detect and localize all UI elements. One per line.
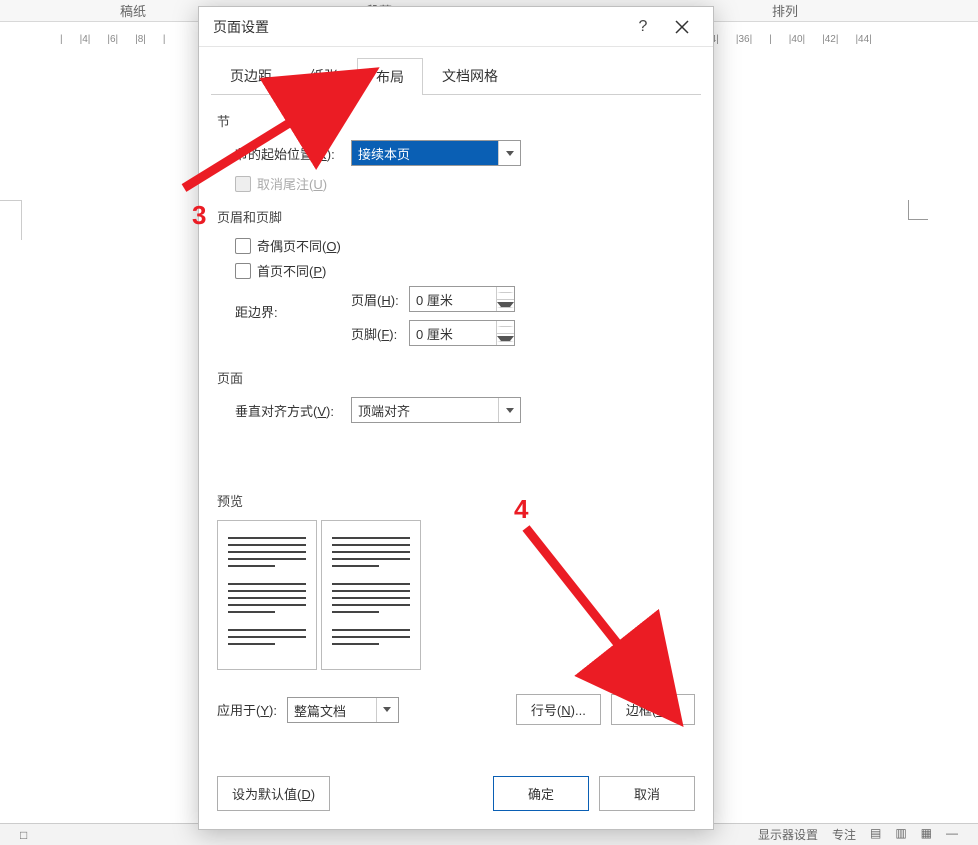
help-button[interactable]: ? (625, 9, 661, 45)
status-focus[interactable]: 专注 (832, 826, 856, 843)
section-start-value: 接续本页 (352, 141, 498, 165)
page-setup-dialog: 页面设置 ? 页边距 纸张 布局 文档网格 节 节的起始位置(R): 接续本页 … (198, 6, 714, 830)
spin-up-icon[interactable] (497, 321, 514, 334)
apply-to-combo[interactable]: 整篇文档 (287, 697, 399, 723)
preview-page-2 (321, 520, 421, 670)
cancel-button[interactable]: 取消 (599, 776, 695, 811)
suppress-endnotes-checkbox (235, 176, 251, 192)
valign-value: 顶端对齐 (352, 398, 498, 422)
section-start-combo[interactable]: 接续本页 (351, 140, 521, 166)
first-page-label: 首页不同(P) (257, 261, 326, 280)
spin-up-icon[interactable] (497, 287, 514, 300)
status-display-settings[interactable]: 显示器设置 (758, 826, 818, 843)
preview-area (217, 520, 695, 670)
odd-even-checkbox[interactable] (235, 238, 251, 254)
ok-button[interactable]: 确定 (493, 776, 589, 811)
tab-layout[interactable]: 布局 (357, 58, 423, 95)
annotation-number-3: 3 (192, 200, 206, 231)
spin-down-icon[interactable] (497, 300, 514, 312)
dialog-titlebar: 页面设置 ? (199, 7, 713, 47)
first-page-checkbox[interactable] (235, 263, 251, 279)
borders-button[interactable]: 边框(B)... (611, 694, 695, 725)
chevron-down-icon[interactable] (498, 398, 520, 422)
status-view-icon-3[interactable]: ▦ (921, 826, 932, 843)
apply-to-value: 整篇文档 (288, 698, 376, 722)
dialog-title: 页面设置 (213, 17, 269, 37)
status-view-icon-2[interactable]: ▥ (895, 826, 906, 843)
footer-distance-value: 0 厘米 (410, 321, 496, 345)
from-edge-label: 距边界: (235, 286, 351, 321)
header-distance-label: 页眉(H): (351, 290, 409, 309)
odd-even-label: 奇偶页不同(O) (257, 236, 341, 255)
chevron-down-icon[interactable] (498, 141, 520, 165)
dialog-tabs: 页边距 纸张 布局 文档网格 (199, 47, 713, 94)
doc-corner-mark (908, 190, 938, 220)
preview-page-1 (217, 520, 317, 670)
group-header-footer: 页眉和页脚 (217, 207, 695, 226)
status-view-icon[interactable]: ▤ (870, 826, 881, 843)
tab-grid[interactable]: 文档网格 (423, 57, 517, 94)
doc-left-edge (0, 200, 22, 240)
section-start-label: 节的起始位置(R): (235, 144, 351, 163)
group-preview: 预览 (217, 491, 695, 510)
annotation-number-4: 4 (514, 494, 528, 525)
suppress-endnotes-label: 取消尾注(U) (257, 174, 327, 193)
dialog-footer: 设为默认值(D) 确定 取消 (199, 758, 713, 829)
close-icon (675, 20, 689, 34)
line-numbers-button[interactable]: 行号(N)... (516, 694, 601, 725)
tab-margins[interactable]: 页边距 (211, 57, 291, 94)
set-default-button[interactable]: 设为默认值(D) (217, 776, 330, 811)
statusbar-icon: □ (20, 828, 27, 842)
tab-paper[interactable]: 纸张 (291, 57, 357, 94)
valign-label: 垂直对齐方式(V): (235, 401, 351, 420)
dialog-content: 节 节的起始位置(R): 接续本页 取消尾注(U) 页眉和页脚 奇偶页不同(O)… (199, 95, 713, 758)
header-distance-value: 0 厘米 (410, 287, 496, 311)
header-distance-spin[interactable]: 0 厘米 (409, 286, 515, 312)
spin-down-icon[interactable] (497, 334, 514, 346)
group-section: 节 (217, 111, 695, 130)
footer-distance-spin[interactable]: 0 厘米 (409, 320, 515, 346)
apply-to-label: 应用于(Y): (217, 700, 277, 719)
close-button[interactable] (661, 9, 703, 45)
status-zoom-minus[interactable]: — (946, 826, 958, 843)
group-page: 页面 (217, 368, 695, 387)
valign-combo[interactable]: 顶端对齐 (351, 397, 521, 423)
chevron-down-icon[interactable] (376, 698, 398, 722)
footer-distance-label: 页脚(F): (351, 324, 409, 343)
